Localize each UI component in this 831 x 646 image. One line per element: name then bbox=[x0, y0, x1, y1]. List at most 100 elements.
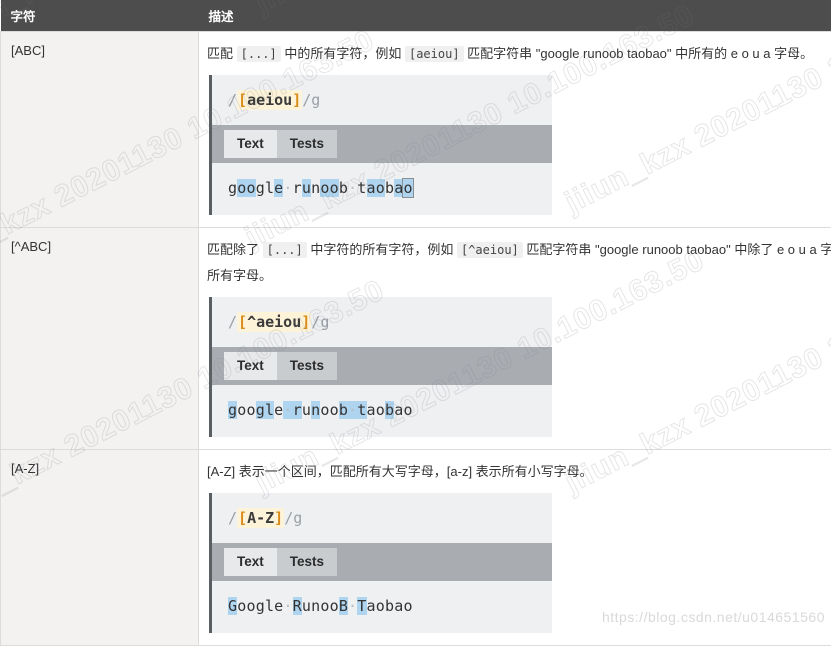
test-char: g bbox=[228, 179, 237, 197]
test-char: o bbox=[376, 179, 385, 197]
column-header-description: 描述 bbox=[199, 0, 831, 32]
description-text: 匹配除了 [...] 中字符的所有字符，例如 [^aeiou] 匹配字符串 "g… bbox=[207, 237, 831, 289]
cell-description: 匹配 [...] 中的所有字符，例如 [aeiou] 匹配字符串 "google… bbox=[199, 32, 831, 228]
test-char: a bbox=[367, 597, 376, 615]
pattern-character-set: ^aeiou bbox=[247, 313, 301, 331]
character-class-label: [^ABC] bbox=[11, 239, 51, 254]
test-char: o bbox=[246, 179, 255, 197]
test-char: · bbox=[348, 179, 357, 197]
test-char: · bbox=[348, 401, 357, 419]
tab-text[interactable]: Text bbox=[224, 130, 277, 158]
test-char: b bbox=[339, 401, 348, 419]
cell-description: [A-Z] 表示一个区间，匹配所有大写字母，[a-z] 表示所有小写字母。/[A… bbox=[199, 450, 831, 646]
pattern-right-bracket: ] bbox=[292, 91, 301, 109]
test-char: b bbox=[385, 179, 394, 197]
pattern-open-delimiter: / bbox=[228, 91, 237, 109]
pattern-close-delimiter: / bbox=[302, 91, 311, 109]
test-char: o bbox=[320, 597, 329, 615]
inline-code: [^aeiou] bbox=[457, 242, 523, 258]
column-header-character: 字符 bbox=[1, 0, 199, 32]
pattern-character-set: aeiou bbox=[247, 91, 292, 109]
tab-tests[interactable]: Tests bbox=[277, 352, 337, 380]
pattern-left-bracket: [ bbox=[238, 313, 247, 331]
test-char: l bbox=[265, 401, 274, 419]
test-char: B bbox=[339, 597, 348, 615]
test-char: n bbox=[311, 179, 320, 197]
test-string-area[interactable]: google·runoob·taobao bbox=[212, 163, 552, 215]
cell-character-class: [A-Z] bbox=[1, 450, 199, 646]
table-row: [^ABC] 匹配除了 [...] 中字符的所有字符，例如 [^aeiou] 匹配… bbox=[1, 228, 831, 450]
test-char: t bbox=[357, 179, 366, 197]
description-text: [A-Z] 表示一个区间，匹配所有大写字母，[a-z] 表示所有小写字母。 bbox=[207, 459, 831, 485]
regex-pattern-input[interactable]: /[A-Z]/g bbox=[212, 493, 552, 543]
regex-pattern-input[interactable]: /[aeiou]/g bbox=[212, 75, 552, 125]
regex-pattern-input[interactable]: /[^aeiou]/g bbox=[212, 297, 552, 347]
description-fragment: 匹配 bbox=[207, 46, 237, 61]
test-char: b bbox=[339, 179, 348, 197]
test-char: l bbox=[265, 597, 274, 615]
test-string-area[interactable]: google·runoob·taobao bbox=[212, 385, 552, 437]
test-char: o bbox=[330, 401, 339, 419]
test-char: u bbox=[302, 179, 311, 197]
test-char: o bbox=[330, 597, 339, 615]
test-char: o bbox=[246, 597, 255, 615]
pattern-close-delimiter: / bbox=[311, 313, 320, 331]
test-char: · bbox=[283, 401, 292, 419]
regex-tester-widget: /[aeiou]/gTextTestsgoogle·runoob·taobao bbox=[209, 75, 552, 215]
test-char: n bbox=[311, 401, 320, 419]
test-char: a bbox=[367, 179, 376, 197]
table-row: [ABC] 匹配 [...] 中的所有字符，例如 [aeiou] 匹配字符串 "g… bbox=[1, 32, 831, 228]
tab-text[interactable]: Text bbox=[224, 352, 277, 380]
test-string-area[interactable]: Google·RunooB·Taobao bbox=[212, 581, 552, 633]
pattern-close-delimiter: / bbox=[284, 509, 293, 527]
test-char: o bbox=[376, 597, 385, 615]
test-char: a bbox=[367, 401, 376, 419]
test-char: l bbox=[265, 179, 274, 197]
test-char: o bbox=[376, 401, 385, 419]
description-fragment: 中的所有字符，例如 bbox=[281, 46, 405, 61]
regex-tester-widget: /[^aeiou]/gTextTestsgoogle·runoob·taobao bbox=[209, 297, 552, 437]
pattern-flags: g bbox=[320, 313, 329, 331]
test-char: g bbox=[256, 401, 265, 419]
test-char: G bbox=[228, 597, 237, 615]
character-class-label: [A-Z] bbox=[11, 461, 39, 476]
test-char: b bbox=[385, 401, 394, 419]
tab-tests[interactable]: Tests bbox=[277, 130, 337, 158]
description-fragment: 匹配除了 bbox=[207, 242, 263, 257]
test-char: o bbox=[403, 597, 412, 615]
pattern-expression: [A-Z] bbox=[237, 508, 284, 528]
tab-tests[interactable]: Tests bbox=[277, 548, 337, 576]
tab-text[interactable]: Text bbox=[224, 548, 277, 576]
regex-widget-toolbar: TextTests bbox=[212, 347, 552, 385]
cell-character-class: [^ABC] bbox=[1, 228, 199, 450]
table-row: [A-Z] [A-Z] 表示一个区间，匹配所有大写字母，[a-z] 表示所有小写字… bbox=[1, 450, 831, 646]
test-char: o bbox=[403, 179, 412, 197]
test-char: · bbox=[348, 597, 357, 615]
test-char: g bbox=[256, 597, 265, 615]
pattern-left-bracket: [ bbox=[238, 509, 247, 527]
table-header: 字符 描述 bbox=[1, 0, 831, 32]
table-header-row: 字符 描述 bbox=[1, 0, 831, 32]
character-class-label: [ABC] bbox=[11, 43, 45, 58]
test-char: r bbox=[293, 179, 302, 197]
inline-code: [aeiou] bbox=[405, 46, 464, 62]
test-char: o bbox=[320, 401, 329, 419]
table-body: [ABC] 匹配 [...] 中的所有字符，例如 [aeiou] 匹配字符串 "g… bbox=[1, 32, 831, 646]
test-char: R bbox=[293, 597, 302, 615]
pattern-right-bracket: ] bbox=[301, 313, 310, 331]
test-char: o bbox=[246, 401, 255, 419]
description-fragment: [A-Z] 表示一个区间，匹配所有大写字母，[a-z] 表示所有小写字母。 bbox=[207, 464, 593, 479]
pattern-open-delimiter: / bbox=[228, 313, 237, 331]
pattern-character-set: A-Z bbox=[247, 509, 274, 527]
cell-description: 匹配除了 [...] 中字符的所有字符，例如 [^aeiou] 匹配字符串 "g… bbox=[199, 228, 831, 450]
regex-widget-toolbar: TextTests bbox=[212, 125, 552, 163]
test-char: · bbox=[283, 179, 292, 197]
description-text: 匹配 [...] 中的所有字符，例如 [aeiou] 匹配字符串 "google… bbox=[207, 41, 831, 67]
test-char: r bbox=[293, 401, 302, 419]
description-fragment: 中字符的所有字符，例如 bbox=[307, 242, 457, 257]
test-char: o bbox=[330, 179, 339, 197]
test-char: o bbox=[320, 179, 329, 197]
pattern-right-bracket: ] bbox=[274, 509, 283, 527]
pattern-flags: g bbox=[311, 91, 320, 109]
cell-character-class: [ABC] bbox=[1, 32, 199, 228]
